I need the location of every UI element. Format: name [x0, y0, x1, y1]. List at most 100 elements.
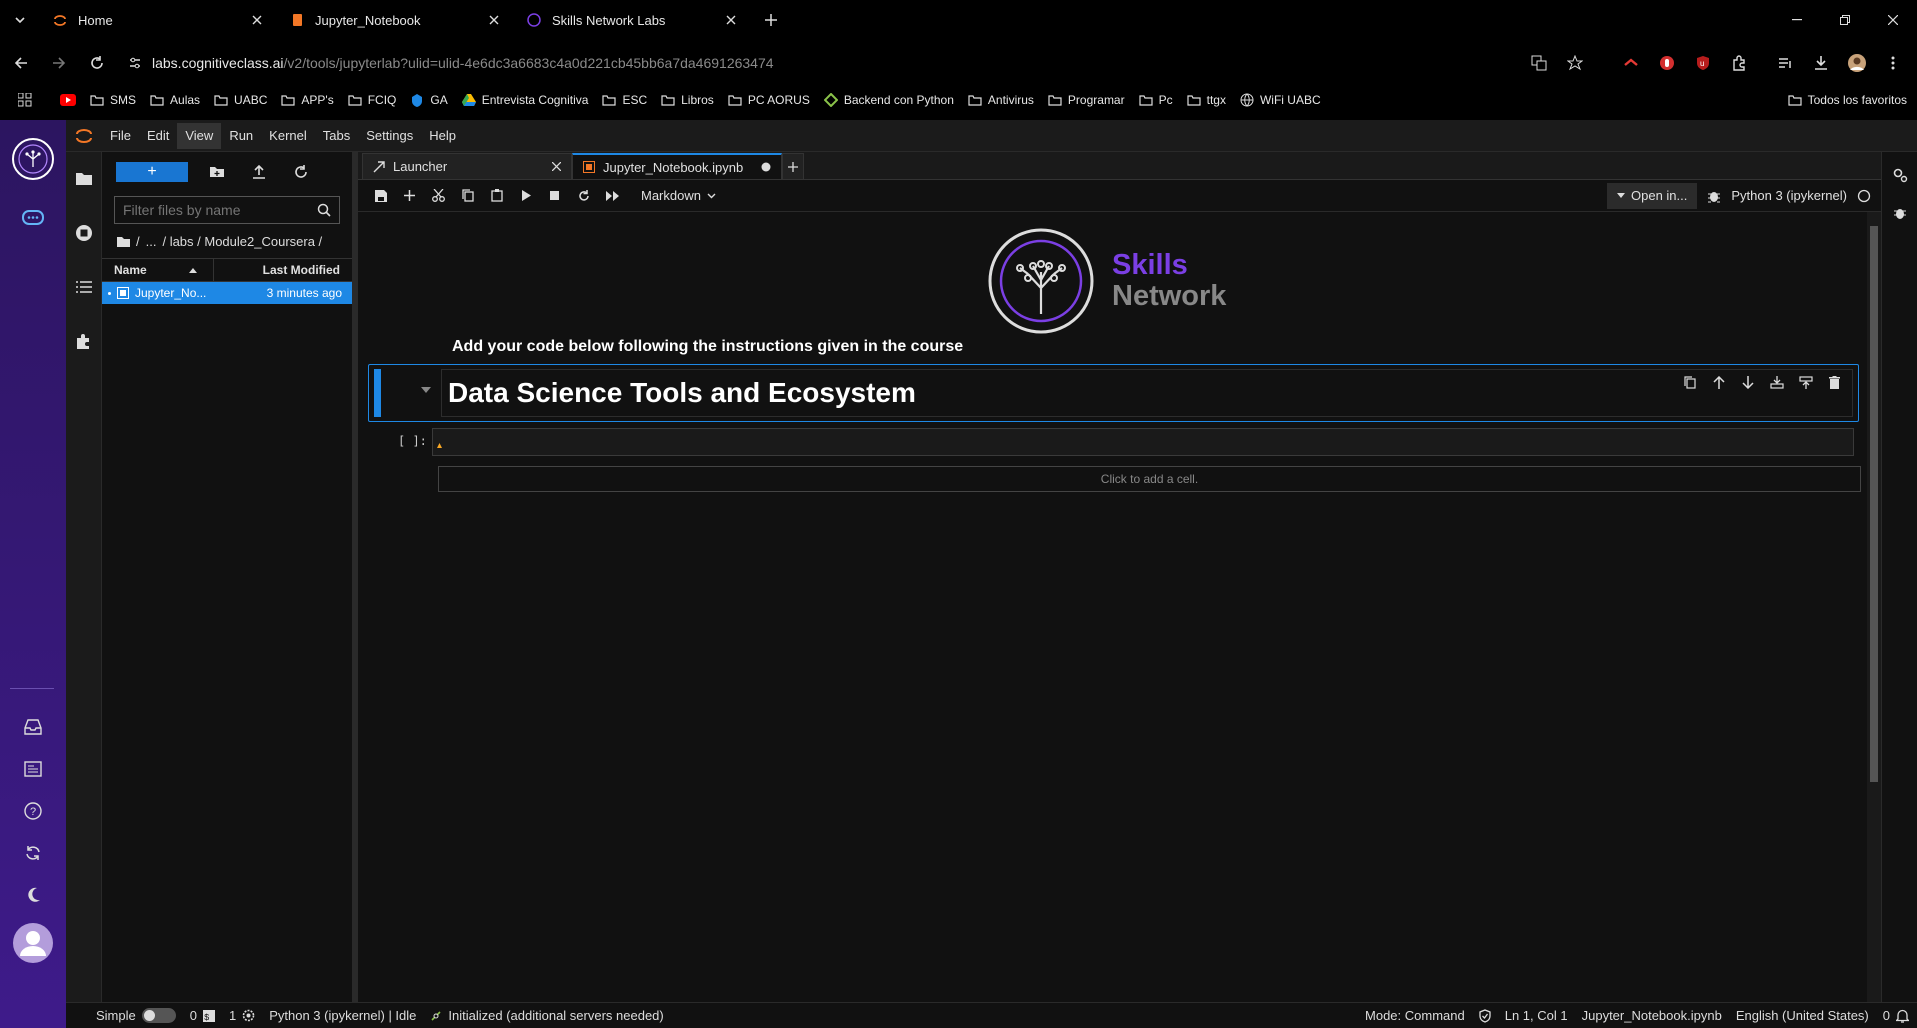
close-window-icon[interactable]	[1869, 0, 1917, 40]
reload-icon[interactable]	[80, 46, 114, 80]
column-modified-header[interactable]: Last Modified	[214, 263, 352, 277]
browser-tab-jupyter-notebook[interactable]: Jupyter_Notebook	[277, 0, 514, 40]
cell-rendered-markdown[interactable]: Data Science Tools and Ecosystem	[441, 369, 1853, 417]
table-of-contents-icon[interactable]	[66, 260, 102, 314]
move-up-arrow-icon[interactable]	[1707, 371, 1730, 393]
breadcrumb-ellipsis[interactable]: ...	[146, 234, 157, 249]
copy-icon[interactable]	[453, 182, 482, 210]
doc-tab-launcher[interactable]: Launcher	[362, 153, 572, 179]
save-icon[interactable]	[366, 182, 395, 210]
browser-tab-home[interactable]: Home	[40, 0, 277, 40]
cursor-position[interactable]: Ln 1, Col 1	[1505, 1008, 1568, 1023]
menu-help[interactable]: Help	[421, 123, 464, 149]
menu-view[interactable]: View	[177, 122, 222, 149]
apps-grid-icon[interactable]	[18, 93, 32, 107]
unsaved-dot-icon[interactable]	[761, 162, 771, 172]
duplicate-cell-icon[interactable]	[1678, 371, 1701, 393]
bookmark-star-icon[interactable]	[1559, 47, 1591, 79]
running-sessions-icon[interactable]	[66, 206, 102, 260]
upload-icon[interactable]	[246, 159, 272, 185]
youtube-bookmark-icon[interactable]	[60, 94, 76, 106]
interrupt-stop-icon[interactable]	[540, 182, 569, 210]
kernel-name[interactable]: Python 3 (ipykernel)	[1731, 188, 1847, 203]
extension-ublock-icon[interactable]: u	[1687, 47, 1719, 79]
cell-collapser[interactable]	[374, 369, 381, 417]
new-tab-plus-icon[interactable]	[757, 6, 785, 34]
column-name-header[interactable]: Name	[102, 258, 214, 282]
mode-indicator[interactable]: Mode: Command	[1365, 1008, 1465, 1023]
menu-run[interactable]: Run	[221, 123, 261, 149]
trust-shield-icon[interactable]	[1479, 1008, 1491, 1023]
refresh-icon[interactable]	[288, 159, 314, 185]
back-arrow-icon[interactable]	[4, 46, 38, 80]
tab-search-chevron-icon[interactable]	[0, 0, 40, 40]
bookmark-ga[interactable]: GA	[410, 93, 448, 107]
extension-hand-icon[interactable]	[1651, 47, 1683, 79]
open-in-button[interactable]: Open in...	[1607, 182, 1698, 209]
terminals-count[interactable]: 0 $	[190, 1008, 215, 1023]
minimize-icon[interactable]	[1773, 0, 1821, 40]
dark-mode-moon-icon[interactable]	[0, 870, 66, 920]
add-tab-plus-icon[interactable]	[782, 153, 804, 179]
all-bookmarks[interactable]: Todos los favoritos	[1788, 86, 1907, 114]
media-control-icon[interactable]	[1769, 47, 1801, 79]
menu-file[interactable]: File	[102, 123, 139, 149]
lsp-status[interactable]: Initialized (additional servers needed)	[430, 1008, 664, 1023]
extensions-puzzle-icon[interactable]	[1723, 47, 1755, 79]
menu-tabs[interactable]: Tabs	[315, 123, 358, 149]
bug-debugger-icon[interactable]	[1707, 189, 1721, 203]
filter-files-field[interactable]	[114, 196, 340, 224]
cut-scissors-icon[interactable]	[424, 182, 453, 210]
bookmark-antivirus[interactable]: Antivirus	[968, 93, 1034, 107]
bookmark-aulas[interactable]: Aulas	[150, 93, 200, 107]
extension-manager-puzzle-icon[interactable]	[66, 314, 102, 368]
code-cell[interactable]: [ ]:	[398, 428, 1859, 458]
cell-type-select[interactable]: Markdown	[641, 188, 716, 203]
bookmark-backend-con-python[interactable]: Backend con Python	[823, 93, 954, 107]
new-folder-icon[interactable]	[204, 159, 230, 185]
bookmark-esc[interactable]: ESC	[602, 93, 647, 107]
scrollbar-thumb[interactable]	[1870, 226, 1878, 782]
close-tab-icon[interactable]	[486, 12, 502, 28]
markdown-cell-selected[interactable]: Data Science Tools and Ecosystem	[368, 364, 1859, 422]
insert-below-icon[interactable]	[1794, 371, 1817, 393]
code-cell-editor[interactable]	[432, 428, 1854, 456]
kernels-count[interactable]: 1	[229, 1008, 255, 1023]
collapse-heading-caret-icon[interactable]	[421, 387, 431, 393]
bookmark-libros[interactable]: Libros	[661, 93, 714, 107]
language-indicator[interactable]: English (United States)	[1736, 1008, 1869, 1023]
bookmark-apps[interactable]: APP's	[281, 93, 334, 107]
breadcrumb-root[interactable]: /	[136, 234, 140, 249]
menu-kernel[interactable]: Kernel	[261, 123, 315, 149]
new-launcher-button[interactable]: +	[116, 162, 188, 182]
browser-menu-kebab-icon[interactable]	[1877, 47, 1909, 79]
bookmark-pc[interactable]: Pc	[1139, 93, 1173, 107]
chat-bubble-icon[interactable]	[0, 194, 66, 244]
bookmark-programar[interactable]: Programar	[1048, 93, 1125, 107]
close-tab-icon[interactable]	[552, 162, 561, 171]
simple-toggle-switch[interactable]	[141, 1008, 176, 1023]
menu-settings[interactable]: Settings	[358, 123, 421, 149]
browser-tab-skills-network-labs[interactable]: Skills Network Labs	[514, 0, 751, 40]
restore-icon[interactable]	[1821, 0, 1869, 40]
click-to-add-cell-button[interactable]: Click to add a cell.	[438, 466, 1861, 492]
bookmark-pc-aorus[interactable]: PC AORUS	[728, 93, 810, 107]
close-tab-icon[interactable]	[249, 12, 265, 28]
extension-red-hat-icon[interactable]	[1615, 47, 1647, 79]
insert-cell-plus-icon[interactable]	[395, 182, 424, 210]
bookmark-sms[interactable]: SMS	[90, 93, 136, 107]
skills-network-logo-icon[interactable]	[0, 124, 66, 194]
site-info-icon[interactable]	[128, 56, 142, 70]
property-inspector-gears-icon[interactable]	[1882, 152, 1917, 198]
debugger-bug-icon[interactable]	[1882, 198, 1917, 228]
file-row[interactable]: Jupyter_No... 3 minutes ago	[102, 282, 352, 304]
move-down-arrow-icon[interactable]	[1736, 371, 1759, 393]
run-cell-play-icon[interactable]	[511, 182, 540, 210]
file-browser-folder-icon[interactable]	[66, 152, 102, 206]
insert-above-icon[interactable]	[1765, 371, 1788, 393]
close-tab-icon[interactable]	[723, 12, 739, 28]
folder-icon[interactable]	[116, 236, 130, 247]
download-icon[interactable]	[1805, 47, 1837, 79]
bookmark-ttgx[interactable]: ttgx	[1187, 93, 1226, 107]
restart-kernel-icon[interactable]	[569, 182, 598, 210]
